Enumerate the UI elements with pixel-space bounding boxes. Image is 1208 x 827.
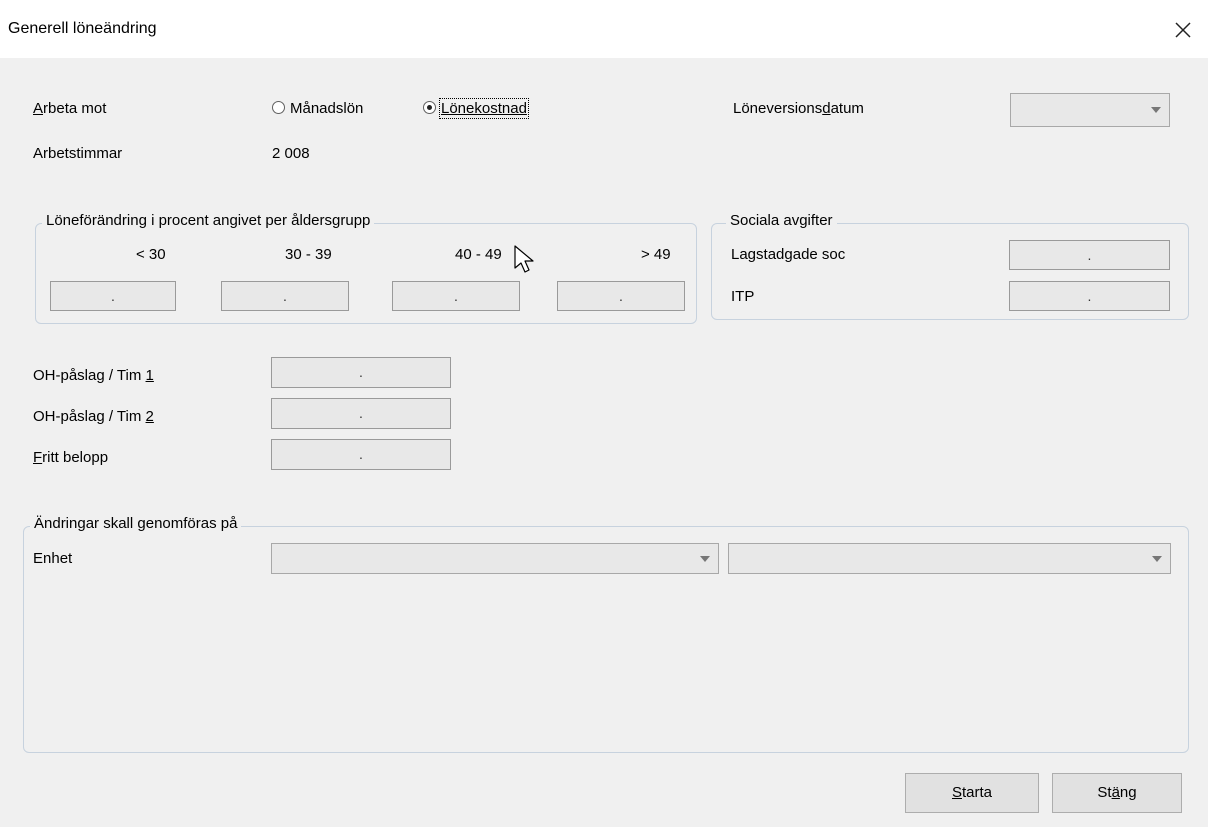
start-button[interactable]: Starta [905,773,1039,813]
close-window-button[interactable] [1162,12,1202,46]
unit-dropdown[interactable] [271,543,719,574]
work-hours-label: Arbetstimmar [33,145,123,162]
close-icon [1175,22,1191,38]
work-against-label: Arbeta mot [33,100,107,117]
mouse-cursor-icon [514,245,534,273]
age-header-40-49: 40 - 49 [455,246,502,263]
age-header-over-49: > 49 [641,246,671,263]
salary-version-date-dropdown[interactable] [1010,93,1170,127]
radio-salary-cost[interactable] [423,101,436,114]
radio-monthly-salary-label[interactable]: Månadslön [290,100,363,117]
statutory-fees-input[interactable]: . [1009,240,1170,270]
salary-version-date-label: Löneversionsdatum [733,100,864,117]
changes-legend: Ändringar skall genomföras på [30,515,242,532]
itp-label: ITP [731,288,755,305]
age-header-under-30: < 30 [136,246,166,263]
oh-markup-1-label: OH-påslag / Tim 1 [33,367,154,384]
age-input-40-49[interactable]: . [392,281,520,311]
age-input-30-39[interactable]: . [221,281,349,311]
free-amount-input[interactable]: . [271,439,451,470]
work-hours-value: 2 008 [272,145,310,162]
age-header-30-39: 30 - 39 [285,246,332,263]
social-fees-legend: Sociala avgifter [726,212,837,229]
chevron-down-icon [1151,107,1161,113]
close-button[interactable]: Stäng [1052,773,1182,813]
age-input-over-49[interactable]: . [557,281,685,311]
statutory-fees-label: Lagstadgade soc [731,246,846,263]
radio-monthly-salary[interactable] [272,101,285,114]
free-amount-label: Fritt belopp [33,449,109,466]
age-input-under-30[interactable]: . [50,281,176,311]
itp-input[interactable]: . [1009,281,1170,311]
oh-markup-2-input[interactable]: . [271,398,451,429]
oh-markup-2-label: OH-påslag / Tim 2 [33,408,154,425]
oh-markup-1-input[interactable]: . [271,357,451,388]
age-group-legend: Löneförändring i procent angivet per åld… [42,212,375,229]
radio-salary-cost-label[interactable]: Lönekostnad [439,98,529,119]
unit-label: Enhet [33,550,73,567]
unit-sub-dropdown[interactable] [728,543,1171,574]
chevron-down-icon [1152,555,1162,562]
window-title: Generell löneändring [8,20,157,37]
title-bar: Generell löneändring [0,0,1208,58]
chevron-down-icon [700,555,710,562]
